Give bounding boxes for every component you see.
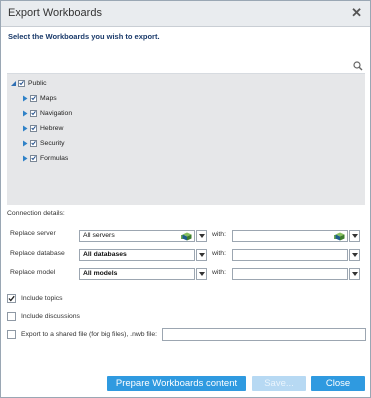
include-topics-checkbox[interactable] xyxy=(7,294,16,303)
chevron-down-icon xyxy=(198,272,205,276)
instruction-text: Select the Workboards you wish to export… xyxy=(8,32,160,41)
tree-label: Hebrew xyxy=(40,124,64,132)
with-database-select[interactable] xyxy=(232,249,348,261)
workboard-tree: Public Maps Navigation Hebrew Security F… xyxy=(7,74,365,205)
dialog-title: Export Workboards xyxy=(8,7,102,19)
expand-arrow-icon[interactable] xyxy=(21,123,29,133)
save-button[interactable]: Save... xyxy=(252,376,306,391)
dialog-title-bar: Export Workboards ✕ xyxy=(1,1,370,27)
export-shared-label: Export to a shared file (for big files),… xyxy=(21,331,157,338)
replace-model-value: All models xyxy=(83,270,118,277)
search-input[interactable] xyxy=(7,61,347,72)
with-label: with: xyxy=(212,231,226,238)
include-topics-label: Include topics xyxy=(21,295,63,302)
replace-model-dropdown-button[interactable] xyxy=(196,268,207,280)
prepare-workboards-button[interactable]: Prepare Workboards content xyxy=(107,376,246,391)
search-bar xyxy=(7,61,365,74)
connection-details-label: Connection details: xyxy=(7,210,65,217)
replace-server-label: Replace server xyxy=(10,230,56,237)
chevron-down-icon xyxy=(351,272,358,276)
export-shared-option[interactable]: Export to a shared file (for big files),… xyxy=(7,330,157,339)
tree-label: Navigation xyxy=(40,109,73,117)
tree-item-navigation[interactable]: Navigation xyxy=(21,107,72,119)
server-cube-icon xyxy=(181,232,192,241)
with-model-dropdown-button[interactable] xyxy=(349,268,360,280)
tree-checkbox-maps[interactable] xyxy=(30,94,37,102)
checkmark-icon xyxy=(8,295,15,302)
tree-checkbox-navigation[interactable] xyxy=(30,109,37,117)
search-icon[interactable] xyxy=(353,61,363,71)
close-icon[interactable]: ✕ xyxy=(351,5,362,21)
expand-arrow-icon[interactable] xyxy=(21,153,29,163)
replace-model-label: Replace model xyxy=(10,269,56,276)
replace-database-select[interactable]: All databases xyxy=(79,249,195,261)
with-server-dropdown-button[interactable] xyxy=(349,230,360,242)
nwb-file-input[interactable] xyxy=(162,328,366,341)
tree-checkbox-hebrew[interactable] xyxy=(30,124,37,132)
tree-label: Public xyxy=(28,79,47,87)
export-workboards-dialog: Export Workboards ✕ Select the Workboard… xyxy=(0,0,371,398)
close-button[interactable]: Close xyxy=(311,376,365,391)
tree-label: Maps xyxy=(40,94,57,102)
replace-server-value: All servers xyxy=(83,232,115,239)
with-database-dropdown-button[interactable] xyxy=(349,249,360,261)
expand-arrow-icon[interactable] xyxy=(21,93,29,103)
replace-database-dropdown-button[interactable] xyxy=(196,249,207,261)
tree-checkbox-security[interactable] xyxy=(30,139,37,147)
expand-arrow-icon[interactable] xyxy=(21,108,29,118)
include-discussions-label: Include discussions xyxy=(21,313,80,320)
replace-server-select[interactable]: All servers xyxy=(79,230,195,242)
chevron-down-icon xyxy=(351,234,358,238)
tree-label: Security xyxy=(40,139,65,147)
chevron-down-icon xyxy=(198,234,205,238)
with-label: with: xyxy=(212,250,226,257)
collapse-arrow-icon[interactable] xyxy=(9,78,17,88)
server-cube-icon xyxy=(334,232,345,241)
expand-arrow-icon[interactable] xyxy=(21,138,29,148)
with-label: with: xyxy=(212,269,226,276)
tree-item-formulas[interactable]: Formulas xyxy=(21,152,68,164)
include-discussions-option[interactable]: Include discussions xyxy=(7,312,80,321)
replace-model-select[interactable]: All models xyxy=(79,268,195,280)
include-topics-option[interactable]: Include topics xyxy=(7,294,63,303)
tree-item-maps[interactable]: Maps xyxy=(21,92,57,104)
chevron-down-icon xyxy=(351,253,358,257)
tree-item-security[interactable]: Security xyxy=(21,137,65,149)
replace-database-label: Replace database xyxy=(10,250,65,257)
export-shared-checkbox[interactable] xyxy=(7,330,16,339)
tree-checkbox-formulas[interactable] xyxy=(30,154,37,162)
include-discussions-checkbox[interactable] xyxy=(7,312,16,321)
tree-checkbox-public[interactable] xyxy=(18,79,25,87)
chevron-down-icon xyxy=(198,253,205,257)
with-server-select[interactable] xyxy=(232,230,348,242)
replace-database-value: All databases xyxy=(83,251,127,258)
tree-item-hebrew[interactable]: Hebrew xyxy=(21,122,63,134)
tree-label: Formulas xyxy=(40,154,69,162)
tree-item-public[interactable]: Public xyxy=(9,77,47,89)
replace-server-dropdown-button[interactable] xyxy=(196,230,207,242)
with-model-select[interactable] xyxy=(232,268,348,280)
